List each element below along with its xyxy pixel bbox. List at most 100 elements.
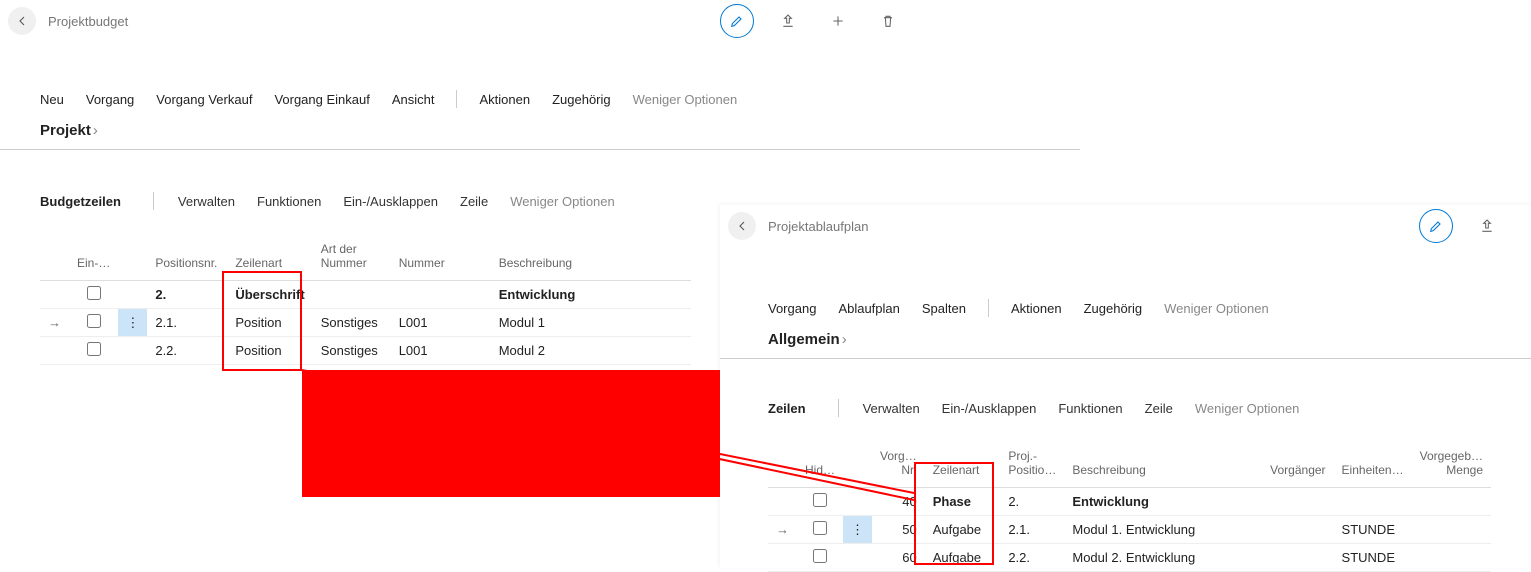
row-checkbox[interactable]: [813, 521, 827, 535]
menu-vorgang[interactable]: Vorgang: [86, 92, 134, 107]
toolbar-einaus[interactable]: Ein-/Ausklappen: [942, 401, 1037, 416]
cell-beschreibung: Modul 2: [491, 337, 691, 365]
row-more[interactable]: [843, 544, 872, 572]
toolbar-funktionen[interactable]: Funktionen: [1058, 401, 1122, 416]
share-button[interactable]: [1471, 210, 1503, 242]
toolbar-lead: Budgetzeilen: [40, 194, 129, 209]
toolbar-lead: Zeilen: [768, 401, 814, 416]
cell-art: Sonstiges: [313, 309, 391, 337]
col-einheiten: Einheiten…: [1342, 463, 1404, 477]
col-proj-positio: Proj.- Positio…: [1008, 449, 1056, 477]
cell-menge: [1412, 516, 1491, 544]
col-zeilenart: Zeilenart: [933, 463, 980, 477]
budgetzeilen-grid: Ein-… Positionsnr. Zeilenart Art der Num…: [40, 236, 691, 365]
cell-zeilenart: Phase: [925, 488, 1001, 516]
row-arrow: [768, 544, 797, 572]
menu-ablaufplan[interactable]: Ablaufplan: [838, 301, 899, 316]
row-arrow: [768, 488, 797, 516]
chevron-right-icon: ›: [93, 122, 98, 139]
menu-weniger[interactable]: Weniger Optionen: [1164, 301, 1269, 316]
cell-proj: 2.2.: [1000, 544, 1064, 572]
row-more[interactable]: [843, 488, 872, 516]
col-nummer: Nummer: [399, 256, 445, 270]
toolbar-einaus[interactable]: Ein-/Ausklappen: [343, 194, 438, 209]
cell-art: [313, 281, 391, 309]
toolbar-weniger[interactable]: Weniger Optionen: [510, 194, 615, 209]
annotation-red-block: [302, 370, 720, 497]
chevron-right-icon: ›: [842, 331, 847, 348]
cell-nummer[interactable]: L001: [391, 337, 491, 365]
table-row[interactable]: 2. Überschrift Entwicklung: [40, 281, 691, 309]
cell-beschreibung: Modul 2. Entwicklung: [1064, 544, 1262, 572]
section-header-projekt[interactable]: Projekt›: [0, 118, 1080, 150]
section-header-label: Allgemein: [768, 331, 840, 348]
menu-vorgang-einkauf[interactable]: Vorgang Einkauf: [274, 92, 369, 107]
menu-spalten[interactable]: Spalten: [922, 301, 966, 316]
cell-positionsnr: 2.1.: [147, 309, 227, 337]
col-art-der-nummer: Art der Nummer: [321, 242, 367, 270]
cell-nummer: [391, 281, 491, 309]
table-row[interactable]: → ⋮ 50 Aufgabe 2.1. Modul 1. Entwicklung…: [768, 516, 1491, 544]
table-row[interactable]: 2.2. Position Sonstiges L001 Modul 2: [40, 337, 691, 365]
col-hid: Hid…: [805, 463, 835, 477]
cell-beschreibung: Entwicklung: [491, 281, 691, 309]
table-row[interactable]: 60 Aufgabe 2.2. Modul 2. Entwicklung STU…: [768, 544, 1491, 572]
cell-einheit[interactable]: STUNDE: [1334, 516, 1412, 544]
cell-nr: 40: [872, 488, 925, 516]
cell-vorgaenger: [1262, 488, 1333, 516]
edit-button[interactable]: [1419, 209, 1453, 243]
page-title: Projektablaufplan: [768, 219, 868, 234]
menu-zugehoerig[interactable]: Zugehörig: [552, 92, 611, 107]
table-row[interactable]: 40 Phase 2. Entwicklung: [768, 488, 1491, 516]
menu-aktionen[interactable]: Aktionen: [479, 92, 530, 107]
row-more[interactable]: [118, 337, 147, 365]
title-actions: [720, 4, 904, 38]
row-checkbox[interactable]: [87, 286, 101, 300]
edit-button[interactable]: [720, 4, 754, 38]
toolbar-zeile[interactable]: Zeile: [460, 194, 488, 209]
section-header-allgemein[interactable]: Allgemein›: [720, 327, 1531, 359]
cell-art: Sonstiges: [313, 337, 391, 365]
toolbar-verwalten[interactable]: Verwalten: [863, 401, 920, 416]
menu-aktionen[interactable]: Aktionen: [1011, 301, 1062, 316]
section-header-label: Projekt: [40, 122, 91, 139]
menu-zugehoerig[interactable]: Zugehörig: [1084, 301, 1143, 316]
row-more[interactable]: [118, 281, 147, 309]
row-checkbox[interactable]: [87, 314, 101, 328]
cell-nummer[interactable]: L001: [391, 309, 491, 337]
cell-vorgaenger: [1262, 516, 1333, 544]
cell-einheit[interactable]: STUNDE: [1334, 544, 1412, 572]
col-ein: Ein-…: [77, 256, 110, 270]
cell-zeilenart: Position: [227, 309, 312, 337]
row-more[interactable]: ⋮: [118, 309, 147, 337]
menu-ansicht[interactable]: Ansicht: [392, 92, 435, 107]
cell-beschreibung: Modul 1: [491, 309, 691, 337]
col-beschreibung: Beschreibung: [1072, 463, 1145, 477]
delete-button[interactable]: [872, 5, 904, 37]
toolbar-verwalten[interactable]: Verwalten: [178, 194, 235, 209]
menu-weniger[interactable]: Weniger Optionen: [633, 92, 738, 107]
cell-positionsnr: 2.: [147, 281, 227, 309]
row-checkbox[interactable]: [813, 493, 827, 507]
title-actions: [1419, 209, 1523, 243]
new-button[interactable]: [822, 5, 854, 37]
back-button[interactable]: [8, 7, 36, 35]
toolbar-funktionen[interactable]: Funktionen: [257, 194, 321, 209]
toolbar-weniger[interactable]: Weniger Optionen: [1195, 401, 1300, 416]
page-title: Projektbudget: [48, 14, 128, 29]
col-vorgegeb-menge: Vorgegeb… Menge: [1420, 449, 1483, 477]
toolbar-separator: [838, 399, 839, 417]
menu-vorgang-verkauf[interactable]: Vorgang Verkauf: [156, 92, 252, 107]
back-button[interactable]: [728, 212, 756, 240]
cell-proj: 2.1.: [1000, 516, 1064, 544]
row-more[interactable]: ⋮: [843, 516, 872, 544]
menu-vorgang[interactable]: Vorgang: [768, 301, 816, 316]
menu-neu[interactable]: Neu: [40, 92, 64, 107]
toolbar-zeile[interactable]: Zeile: [1145, 401, 1173, 416]
cell-nr: 50: [872, 516, 925, 544]
cell-zeilenart: Position: [227, 337, 312, 365]
table-row[interactable]: → ⋮ 2.1. Position Sonstiges L001 Modul 1: [40, 309, 691, 337]
share-button[interactable]: [772, 5, 804, 37]
row-checkbox[interactable]: [813, 549, 827, 563]
row-checkbox[interactable]: [87, 342, 101, 356]
